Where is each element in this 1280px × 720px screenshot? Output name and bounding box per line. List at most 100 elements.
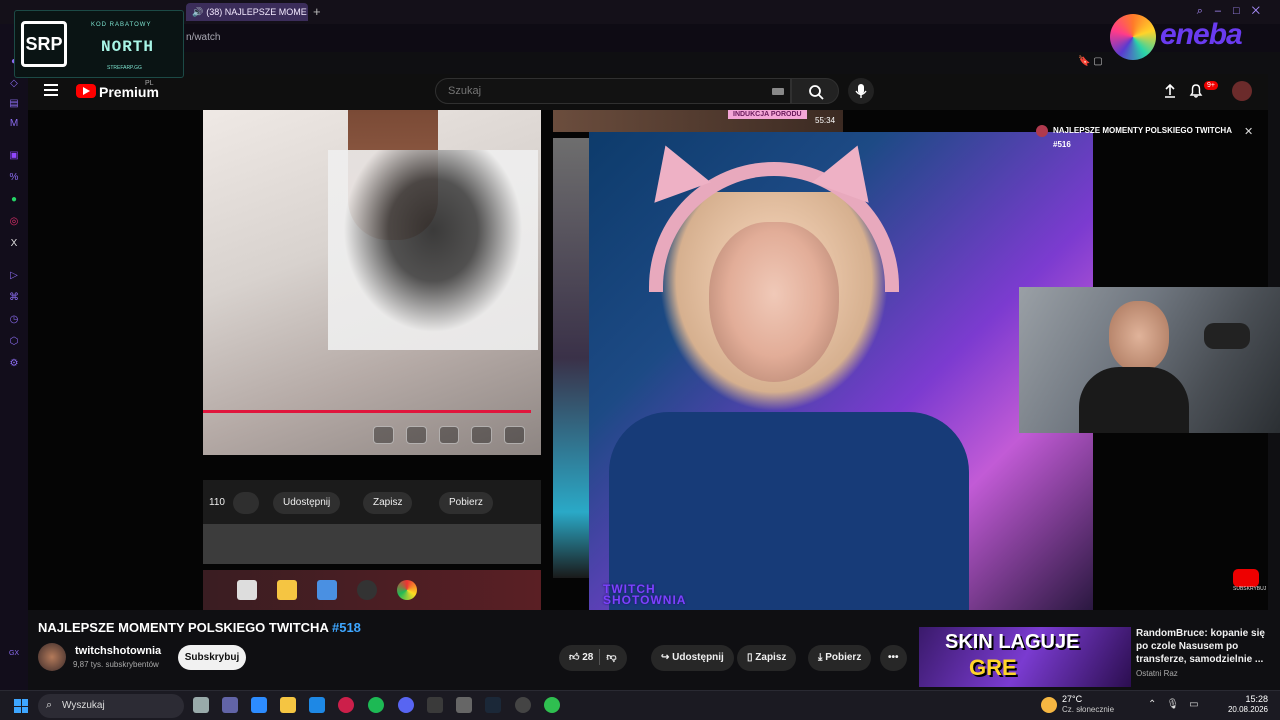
sidebar-shop-icon[interactable]: ◇ xyxy=(8,78,20,90)
upload-icon[interactable] xyxy=(1161,82,1179,100)
embedded-dislike xyxy=(233,492,259,514)
history-icon[interactable]: ◷ xyxy=(8,314,20,326)
search-input[interactable] xyxy=(448,85,748,97)
eneba-logo-text: eneba xyxy=(1160,18,1243,51)
thumbnail-text-1: SKIN LAGUJE xyxy=(945,631,1080,653)
more-actions-button[interactable]: ••• xyxy=(880,645,907,671)
search-button[interactable] xyxy=(791,78,839,104)
notification-badge: 9+ xyxy=(1204,81,1218,90)
subscribe-logo-icon xyxy=(1233,569,1259,587)
spotify-icon[interactable] xyxy=(368,697,384,713)
channel-name[interactable]: twitchshotownia xyxy=(75,645,161,657)
embedded-save: Zapisz xyxy=(363,492,413,514)
streamer-body xyxy=(609,412,969,610)
sidebar-percent-icon[interactable]: % xyxy=(8,172,20,184)
eneba-overlay: eneba xyxy=(1110,12,1270,62)
embedded-app-icon xyxy=(237,580,257,600)
opera-gx-icon[interactable] xyxy=(338,697,354,713)
recommendation-thumbnail[interactable]: SKIN LAGUJE GRE xyxy=(919,627,1131,687)
discount-label: KOD RABATOWY xyxy=(91,22,152,28)
embedded-store-icon xyxy=(317,580,337,600)
menu-icon[interactable] xyxy=(44,84,58,96)
microphone-icon xyxy=(855,84,867,98)
region-label: PL xyxy=(145,80,154,87)
keyboard-icon[interactable] xyxy=(772,88,784,95)
weather-sun-icon[interactable] xyxy=(1041,697,1057,713)
reaction-webcam xyxy=(1019,287,1280,433)
clock-date[interactable]: 20.08.2026 xyxy=(1220,705,1268,714)
tab-active[interactable]: 🔊 (38) NAJLEPSZE MOME xyxy=(186,3,308,21)
channel-avatar[interactable] xyxy=(38,643,66,671)
windows-taskbar: ⌕ Wyszukaj 27°C Cz. słonecznie ⌃🎙︎▭ 15:2… xyxy=(0,690,1280,720)
account-avatar[interactable] xyxy=(1232,81,1252,101)
download-button[interactable]: ⤓ Pobierz xyxy=(808,645,872,671)
youtube-header: Premium PL 9+ xyxy=(28,74,1268,110)
strefarp-overlay: SRP KOD RABATOWY NORTH STREFARP.GG xyxy=(14,10,184,78)
sidebar-m-icon[interactable]: M xyxy=(8,118,20,130)
clip-tag: INDUKCJA PORODU xyxy=(728,110,807,119)
tool-icon[interactable] xyxy=(456,697,472,713)
embedded-chrome-icon xyxy=(397,580,417,600)
like-dislike-button[interactable]: 👍︎ 28 👎︎ xyxy=(559,645,627,671)
close-icon[interactable]: ✕ xyxy=(1244,125,1253,138)
share-button[interactable]: ↪ Udostępnij xyxy=(651,645,734,671)
embedded-action-row: 110 Udostępnij Zapisz Pobierz xyxy=(203,480,541,524)
embedded-download: Pobierz xyxy=(439,492,493,514)
xbox-icon[interactable] xyxy=(427,697,443,713)
opera-sidebar: ◐ ◇ ▤ M ▣ % ● ◎ X ▷ ⌘ ◷ ⬡ ⚙ GX xyxy=(0,24,28,690)
sidebar-gx-icon[interactable]: GX xyxy=(8,648,20,660)
new-tab-button[interactable]: + xyxy=(313,4,321,19)
voice-search-button[interactable] xyxy=(848,78,874,104)
search-icon: ⌕ xyxy=(46,699,53,711)
notifications-bell-icon[interactable] xyxy=(1187,82,1205,100)
taskbar-search[interactable]: ⌕ Wyszukaj xyxy=(38,694,184,718)
embedded-share: Udostępnij xyxy=(273,492,341,514)
bookmark-icons[interactable]: 🔖 ▢ xyxy=(1078,56,1103,67)
steam-icon[interactable] xyxy=(485,697,501,713)
clock-time[interactable]: 15:28 xyxy=(1228,694,1268,704)
outlook-icon[interactable] xyxy=(309,697,325,713)
embedded-folder-icon xyxy=(277,580,297,600)
embedded-like-count: 110 xyxy=(209,497,225,508)
file-explorer-icon[interactable] xyxy=(280,697,296,713)
x-icon[interactable]: X xyxy=(8,238,20,250)
clip-mid-strip xyxy=(553,138,589,578)
sidebar-play-icon[interactable]: ▷ xyxy=(8,270,20,282)
discount-code: NORTH xyxy=(101,38,155,56)
screen: 🔊 (38) NAJLEPSZE MOME + ⌕–□✕ n/watch 🔖 ▢ … xyxy=(0,0,1280,720)
url-text[interactable]: n/watch xyxy=(186,32,220,43)
dislike-icon[interactable]: 👎︎ xyxy=(606,652,616,663)
embedded-progress-bar xyxy=(203,410,531,413)
windows-start-icon[interactable] xyxy=(14,699,28,713)
search-box[interactable] xyxy=(435,78,791,104)
recommendation-channel[interactable]: Ostatni Raz xyxy=(1136,669,1178,678)
system-tray-icons[interactable]: ⌃🎙︎▭ xyxy=(1148,699,1209,710)
browser-tabbar: 🔊 (38) NAJLEPSZE MOME + ⌕–□✕ xyxy=(0,0,1280,24)
messenger-icon[interactable] xyxy=(544,697,560,713)
save-button[interactable]: ▯ Zapisz xyxy=(737,645,797,671)
task-view-icon[interactable] xyxy=(193,697,209,713)
pip-channel-icon xyxy=(1036,125,1048,137)
video-hashtag[interactable]: #518 xyxy=(332,620,361,635)
taskbar-search-label: Wyszukaj xyxy=(62,700,105,711)
whatsapp-icon[interactable]: ● xyxy=(8,194,20,206)
instagram-icon[interactable]: ◎ xyxy=(8,216,20,228)
tab-title: (38) NAJLEPSZE MOME xyxy=(206,7,307,17)
settings-icon[interactable]: ⚙ xyxy=(8,358,20,370)
address-bar: n/watch 🔖 ▢ xyxy=(0,24,1280,67)
youtube-logo-icon[interactable] xyxy=(76,84,96,98)
sidebar-mail-icon[interactable]: ▤ xyxy=(8,98,20,110)
obs-icon[interactable] xyxy=(515,697,531,713)
teams-icon[interactable] xyxy=(222,697,238,713)
subscribe-button[interactable]: Subskrybuj xyxy=(178,645,246,670)
discord-icon[interactable] xyxy=(398,697,414,713)
store-icon[interactable] xyxy=(251,697,267,713)
recommendation-title[interactable]: RandomBruce: kopanie się po czole Nasuse… xyxy=(1136,627,1268,666)
sidebar-cube-icon[interactable]: ⬡ xyxy=(8,336,20,348)
weather-description: Cz. słonecznie xyxy=(1062,705,1115,714)
sidebar-pin-icon[interactable]: ⌘ xyxy=(8,292,20,304)
channel-watermark: TWITCH SHOTOWNIA xyxy=(603,582,687,607)
twitch-icon[interactable]: ▣ xyxy=(8,150,20,162)
temperature: 27°C xyxy=(1062,694,1083,704)
speaker-icon: 🔊 xyxy=(192,7,204,17)
